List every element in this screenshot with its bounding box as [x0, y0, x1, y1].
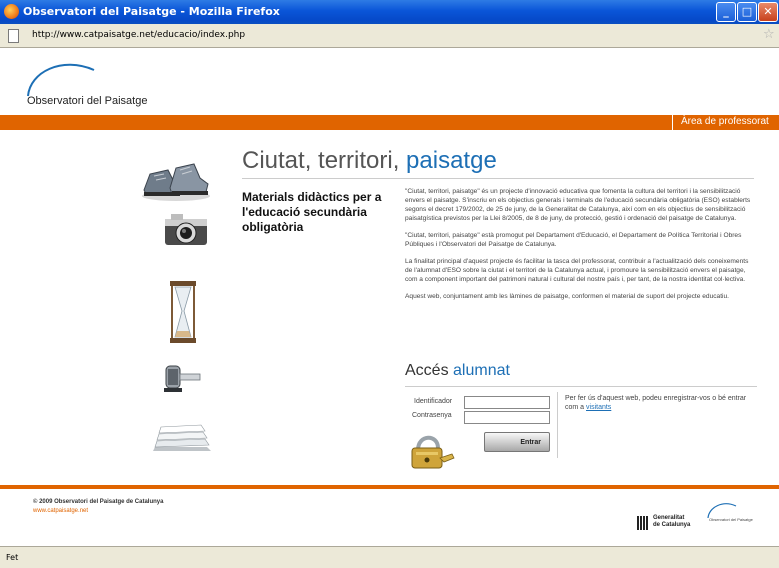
copyright-text: © 2009 Observatori del Paisatge de Catal…: [33, 499, 164, 505]
page-title: Ciutat, territori, paisatge: [242, 147, 497, 175]
teacher-area-link[interactable]: Àrea de professorat: [672, 115, 779, 130]
page-icon: [8, 29, 19, 43]
password-label: Contrasenya: [412, 412, 452, 419]
web-page: Observatori del Paisatge Àrea de profess…: [0, 48, 779, 546]
intro-paragraph: Aquest web, conjuntament amb les làmines…: [405, 293, 730, 300]
url-field[interactable]: http://www.catpaisatge.net/educacio/inde…: [26, 27, 766, 45]
camera-illustration: [165, 214, 207, 245]
enter-button[interactable]: Entrar: [484, 432, 550, 452]
password-input[interactable]: [464, 411, 550, 424]
access-separator: [557, 392, 558, 458]
bookmark-star-icon[interactable]: ☆: [763, 27, 775, 42]
register-text: Per fer ús d'aquest web, podeu enregistr…: [565, 394, 755, 412]
site-logo-text[interactable]: Observatori del Paisatge: [27, 95, 147, 107]
header-bar: [0, 115, 779, 130]
page-title-part1: Ciutat, territori,: [242, 147, 400, 174]
page-title-part2: paisatge: [406, 147, 497, 174]
access-title-part2: alumnat: [453, 362, 510, 379]
partner-logo[interactable]: Observatori del Paisatge: [705, 499, 753, 523]
visitor-link[interactable]: visitants: [586, 404, 611, 411]
intro-paragraph: "Ciutat, territori, paisatge" és un proj…: [405, 188, 751, 222]
microphone-illustration: [164, 365, 201, 392]
footer-url-link[interactable]: www.catpaisatge.net: [33, 508, 88, 514]
close-button[interactable]: ✕: [758, 2, 778, 22]
access-title-part1: Accés: [405, 362, 449, 379]
firefox-icon: [4, 4, 19, 19]
generalitat-name: Generalitat de Catalunya: [653, 515, 690, 529]
access-title: Accés alumnat: [405, 362, 510, 380]
intro-text: "Ciutat, territori, paisatge" és un proj…: [405, 187, 755, 309]
generalitat-emblem-icon: [637, 516, 648, 530]
intro-paragraph: La finalitat principal d'aquest projecte…: [405, 258, 749, 283]
intro-paragraph: "Ciutat, territori, paisatge" està promo…: [405, 232, 742, 248]
hourglass-illustration: [170, 281, 196, 343]
generalitat-line2: de Catalunya: [653, 522, 691, 528]
username-label: Identificador: [414, 398, 453, 405]
window-title: Observatori del Paisatge - Mozilla Firef…: [23, 5, 280, 18]
username-input[interactable]: [464, 396, 550, 409]
logo-arc-icon: [27, 63, 95, 97]
partner-logo-text: Observatori del Paisatge: [709, 517, 753, 522]
generalitat-line1: Generalitat: [653, 515, 685, 521]
generalitat-logo[interactable]: Generalitat de Catalunya: [637, 515, 690, 534]
subtitle: Materials didàctics per a l'educació sec…: [242, 190, 382, 234]
window-titlebar: Observatori del Paisatge - Mozilla Firef…: [0, 0, 779, 24]
status-bar: Fet: [0, 546, 779, 568]
shoes-illustration: [142, 163, 210, 201]
address-bar: http://www.catpaisatge.net/educacio/inde…: [0, 24, 779, 48]
footer-bar: [0, 485, 779, 489]
partner-logo-arc-icon: [707, 503, 737, 519]
padlock-illustration: [411, 435, 455, 469]
access-divider: [405, 386, 757, 387]
title-divider: [242, 178, 754, 179]
maximize-button[interactable]: □: [737, 2, 757, 22]
papers-illustration: [153, 424, 211, 451]
minimize-button[interactable]: _: [716, 2, 736, 22]
